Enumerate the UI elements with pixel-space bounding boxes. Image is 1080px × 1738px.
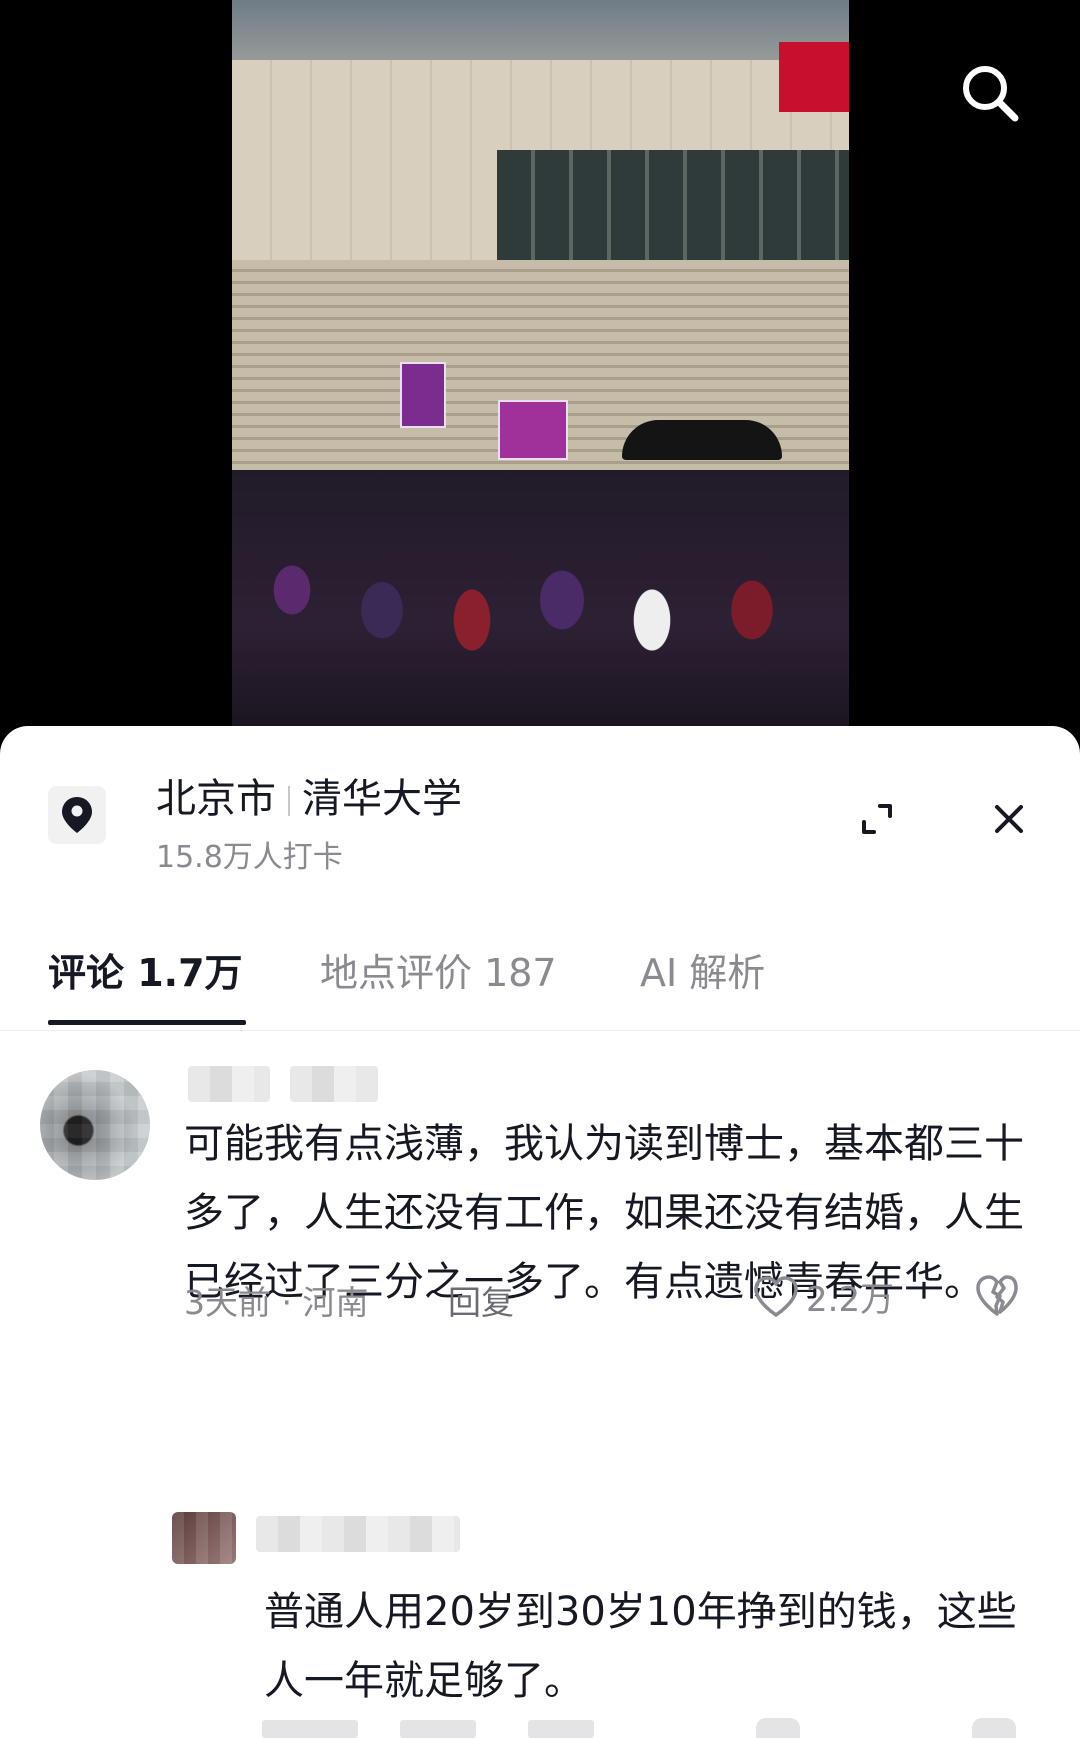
location-title[interactable]: 北京市 清华大学 [156, 766, 462, 824]
title-separator [288, 786, 290, 816]
comment-region: 河南 [302, 1283, 369, 1322]
close-icon [995, 805, 1023, 833]
next-comment-meta-clipped [0, 1716, 1080, 1738]
comment-time: 3天前 [184, 1283, 271, 1322]
search-icon [963, 66, 1019, 122]
username-blurred[interactable] [188, 1066, 270, 1102]
purple-sign [498, 400, 568, 460]
tab-divider [0, 1030, 1080, 1031]
username-blurred[interactable] [290, 1066, 378, 1102]
avatar[interactable] [172, 1512, 236, 1564]
dislike-button[interactable] [974, 1274, 1020, 1322]
umbrella [622, 420, 782, 460]
purple-sign [400, 362, 446, 428]
graduates-crowd [232, 470, 849, 730]
broken-heart-icon [976, 1275, 1018, 1316]
comment-meta: 3天前 · 河南 [184, 1276, 368, 1324]
comments-panel: 北京市 清华大学 15.8万人打卡 评论 1.7万 地点评价 187 AI 解析 … [0, 726, 1080, 1738]
avatar[interactable] [40, 1070, 150, 1180]
location-place: 清华大学 [302, 776, 462, 822]
video-player[interactable] [0, 0, 1080, 740]
like-button[interactable]: 2.2万 [752, 1272, 894, 1321]
red-banner [779, 42, 849, 112]
location-pin-icon [62, 797, 92, 833]
tab-place-reviews[interactable]: 地点评价 187 [320, 942, 557, 997]
expand-icon [862, 804, 892, 834]
meta-dot: · [281, 1283, 303, 1322]
like-count: 2.2万 [806, 1280, 895, 1320]
comment-text: 普通人用20岁到30岁10年挣到的钱，这些人一年就足够了。 [264, 1589, 1017, 1704]
expand-button[interactable] [852, 794, 902, 844]
tab-comments[interactable]: 评论 1.7万 [48, 942, 243, 997]
search-button[interactable] [955, 58, 1025, 128]
heart-icon [754, 1275, 798, 1317]
video-frame-graduation-photo [232, 0, 849, 730]
active-tab-indicator [48, 1020, 246, 1025]
location-icon-box [48, 786, 106, 844]
username-blurred[interactable] [256, 1516, 460, 1552]
checkin-count: 15.8万人打卡 [156, 840, 343, 875]
close-button[interactable] [984, 794, 1034, 844]
location-city: 北京市 [156, 776, 276, 822]
tab-ai-analysis[interactable]: AI 解析 [640, 942, 765, 997]
reply-button[interactable]: 回复 [448, 1276, 514, 1324]
